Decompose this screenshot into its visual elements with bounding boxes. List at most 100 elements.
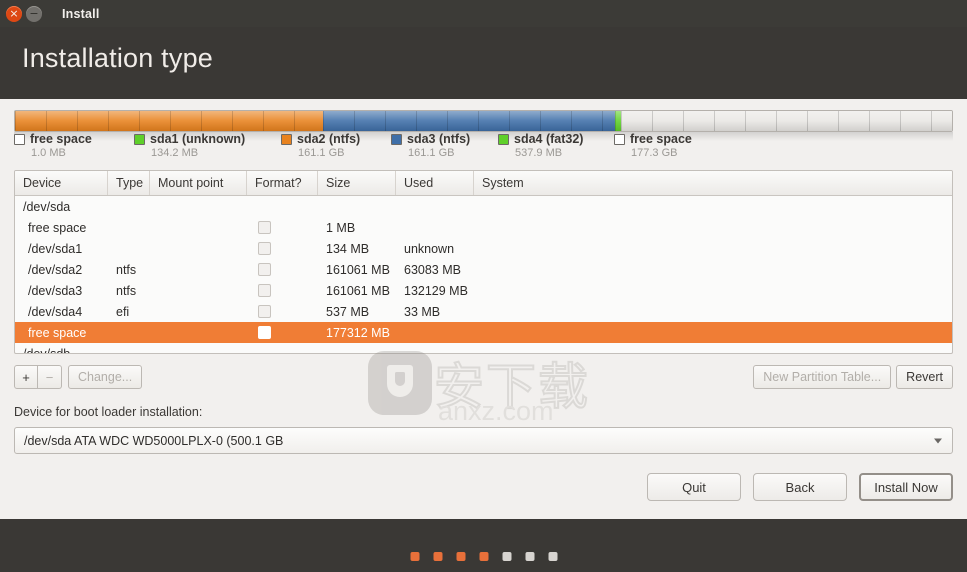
cell-system <box>474 217 952 238</box>
navigation-buttons: Quit Back Install Now <box>647 473 953 501</box>
cell-mount-point <box>150 280 247 301</box>
content-panel: free space 1.0 MB sda1 (unknown) 134.2 MB sd… <box>0 99 967 519</box>
cell-device: free space <box>28 220 87 235</box>
table-row[interactable]: /dev/sda <box>15 196 952 217</box>
cell-size: 177312 MB <box>326 325 390 340</box>
install-window: × − Install Installation type free space… <box>0 0 967 572</box>
format-checkbox[interactable] <box>258 305 271 318</box>
legend-item-size: 177.3 GB <box>631 147 678 159</box>
progress-dot-5 <box>502 552 511 561</box>
format-checkbox[interactable] <box>258 263 271 276</box>
table-row[interactable]: free space 177312 MB <box>15 322 952 343</box>
cell-type <box>108 217 150 238</box>
new-partition-table-button[interactable]: New Partition Table... <box>753 365 892 389</box>
cell-size: 161061 MB <box>326 262 390 277</box>
cell-device: free space <box>28 325 87 340</box>
change-partition-button[interactable]: Change... <box>68 365 143 389</box>
legend-swatch-icon <box>14 133 25 145</box>
column-header-type[interactable]: Type <box>108 171 150 195</box>
cell-mount-point <box>150 259 247 280</box>
progress-dot-1 <box>410 552 419 561</box>
cell-format <box>247 196 318 217</box>
legend-item-label: sda1 (unknown) <box>150 132 246 146</box>
column-header-device[interactable]: Device <box>15 171 108 195</box>
cell-type: efi <box>116 304 130 319</box>
partition-segment-ticks <box>620 111 952 131</box>
cell-mount-point <box>150 238 247 259</box>
table-row[interactable]: /dev/sdb <box>15 343 952 354</box>
legend-item-size: 161.1 GB <box>298 147 345 159</box>
table-row[interactable]: /dev/sda3 ntfs 161061 MB 132129 MB <box>15 280 952 301</box>
footer <box>0 519 967 572</box>
format-checkbox[interactable] <box>258 242 271 255</box>
column-header-mount-point[interactable]: Mount point <box>150 171 247 195</box>
cell-size: 161061 MB <box>326 283 390 298</box>
bootloader-select[interactable]: /dev/sda ATA WDC WD5000LPLX-0 (500.1 GB <box>14 427 953 454</box>
progress-dot-7 <box>548 552 557 561</box>
format-checkbox[interactable] <box>258 326 271 339</box>
chevron-down-icon[interactable] <box>934 438 942 443</box>
minimize-icon[interactable]: − <box>26 5 42 22</box>
column-header-size[interactable]: Size <box>318 171 396 195</box>
cell-size: 537 MB <box>326 304 370 319</box>
page-title: Installation type <box>22 43 214 73</box>
bootloader-selected-value: /dev/sda ATA WDC WD5000LPLX-0 (500.1 GB <box>24 433 284 448</box>
add-partition-button[interactable]: + <box>14 365 38 389</box>
cell-used: 132129 MB <box>404 283 468 298</box>
cell-size <box>318 196 396 217</box>
cell-format <box>247 238 318 259</box>
cell-type: ntfs <box>116 262 137 277</box>
cell-system <box>474 280 952 301</box>
remove-partition-button[interactable]: − <box>38 365 62 389</box>
cell-format <box>247 343 318 353</box>
watermark: 安下载 anxz.com <box>368 351 598 429</box>
partition-table[interactable]: Device Type Mount point Format? Size Used Syst… <box>14 170 953 354</box>
cell-system <box>474 301 952 322</box>
progress-dot-4 <box>479 552 488 561</box>
cell-device: /dev/sda2 <box>28 262 83 277</box>
close-icon[interactable]: × <box>6 5 22 22</box>
legend-item-label: free space <box>630 132 692 146</box>
partition-segment-3[interactable] <box>322 111 616 131</box>
cell-size: 134 MB <box>326 241 370 256</box>
cell-system <box>474 196 952 217</box>
partition-segment-ticks <box>15 111 323 131</box>
legend-item-label: sda3 (ntfs) <box>407 132 471 146</box>
cell-used: 33 MB <box>404 304 441 319</box>
format-checkbox[interactable] <box>258 284 271 297</box>
cell-type <box>108 238 150 259</box>
column-header-used[interactable]: Used <box>396 171 474 195</box>
legend-item-4: sda4 (fat32) 537.9 MB <box>498 132 583 159</box>
partition-segment-2[interactable] <box>15 111 323 131</box>
column-header-format[interactable]: Format? <box>247 171 318 195</box>
partition-legend: free space 1.0 MB sda1 (unknown) 134.2 MB sd… <box>14 132 953 162</box>
format-checkbox[interactable] <box>258 221 271 234</box>
column-header-system[interactable]: System <box>474 171 952 195</box>
partition-toolbar: + − Change... <box>14 365 143 389</box>
partition-segment-5[interactable] <box>620 111 952 131</box>
legend-swatch-icon <box>614 133 625 145</box>
cell-used <box>396 322 474 343</box>
progress-dot-6 <box>525 552 534 561</box>
progress-dots <box>410 552 557 561</box>
progress-dot-2 <box>433 552 442 561</box>
legend-item-0: free space 1.0 MB <box>14 132 92 159</box>
table-row[interactable]: free space 1 MB <box>15 217 952 238</box>
table-row[interactable]: /dev/sda2 ntfs 161061 MB 63083 MB <box>15 259 952 280</box>
revert-button[interactable]: Revert <box>896 365 953 389</box>
quit-button[interactable]: Quit <box>647 473 741 501</box>
cell-format <box>247 301 318 322</box>
table-header-row: Device Type Mount point Format? Size Used Syst… <box>15 171 952 196</box>
partition-bar[interactable] <box>14 110 953 132</box>
cell-device: /dev/sda1 <box>28 241 83 256</box>
titlebar: × − Install <box>0 0 967 27</box>
add-remove-group: + − <box>14 365 62 389</box>
back-button[interactable]: Back <box>753 473 847 501</box>
watermark-url-text: anxz.com <box>438 396 554 426</box>
legend-swatch-icon <box>281 133 292 145</box>
window-controls: × − <box>6 5 42 22</box>
cell-used: unknown <box>404 241 455 256</box>
table-row[interactable]: /dev/sda1 134 MB unknown <box>15 238 952 259</box>
install-now-button[interactable]: Install Now <box>859 473 953 501</box>
table-row[interactable]: /dev/sda4 efi 537 MB 33 MB <box>15 301 952 322</box>
